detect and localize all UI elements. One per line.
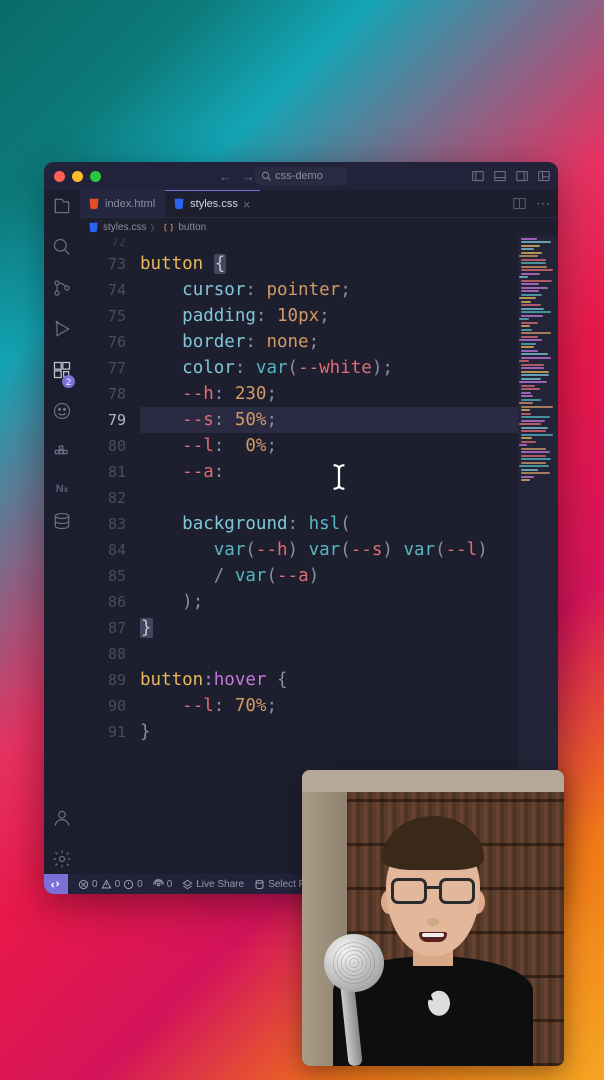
tab-label: styles.css: [190, 198, 238, 210]
tab-styles-css[interactable]: styles.css ×: [165, 190, 260, 217]
problems-button[interactable]: 0 0 0: [78, 879, 143, 890]
webcam-overlay: [302, 770, 564, 1066]
toggle-panel-right-icon[interactable]: [516, 170, 528, 182]
breadcrumb-symbol: button: [178, 222, 206, 233]
layout-controls: [472, 170, 550, 182]
more-actions-button[interactable]: ⋯: [536, 195, 550, 212]
tab-index-html[interactable]: index.html: [80, 190, 165, 217]
remote-button[interactable]: [44, 874, 68, 894]
search-icon: [261, 171, 271, 181]
tab-bar: index.html styles.css × ⋯: [80, 190, 558, 218]
chevron-right-icon: 〉: [150, 221, 159, 234]
search-button[interactable]: [52, 237, 72, 262]
source-control-button[interactable]: [52, 278, 72, 303]
toggle-panel-left-icon[interactable]: [472, 170, 484, 182]
activity-bar: 2 Nx: [44, 190, 80, 874]
customize-layout-icon[interactable]: [538, 170, 550, 182]
symbol-icon: [163, 222, 174, 233]
html-file-icon: [88, 198, 100, 210]
close-tab-button[interactable]: ×: [243, 197, 251, 212]
settings-button[interactable]: [52, 849, 72, 874]
breadcrumb[interactable]: styles.css 〉 button: [80, 218, 558, 236]
command-center[interactable]: css-demo: [255, 167, 347, 185]
breadcrumb-file: styles.css: [103, 222, 146, 233]
extensions-badge: 2: [62, 375, 75, 388]
minimize-window-button[interactable]: [72, 171, 83, 182]
database-button[interactable]: [52, 511, 72, 536]
nx-button[interactable]: Nx: [56, 483, 68, 495]
extensions-button[interactable]: 2: [52, 360, 72, 385]
docker-button[interactable]: [52, 442, 72, 467]
ceiling-background: [302, 770, 564, 792]
close-window-button[interactable]: [54, 171, 65, 182]
explorer-button[interactable]: [52, 196, 72, 221]
line-number-gutter: 7273747576777879808182838485868788899091: [80, 236, 140, 874]
workspace-name: css-demo: [275, 170, 323, 182]
css-file-icon: [173, 198, 185, 210]
copilot-button[interactable]: [52, 401, 72, 426]
nav-arrows: ← →: [219, 169, 255, 184]
microphone: [318, 936, 390, 1066]
window-controls: [54, 171, 101, 182]
debug-button[interactable]: [52, 319, 72, 344]
ports-button[interactable]: 0: [153, 879, 173, 890]
split-editor-icon[interactable]: [513, 197, 526, 210]
account-button[interactable]: [52, 808, 72, 833]
css-file-icon: [88, 222, 99, 233]
live-share-button[interactable]: Live Share: [182, 879, 244, 890]
toggle-panel-bottom-icon[interactable]: [494, 170, 506, 182]
titlebar: ← → css-demo: [44, 162, 558, 190]
nav-back-button[interactable]: ←: [219, 169, 232, 184]
nav-forward-button[interactable]: →: [242, 169, 255, 184]
tab-label: index.html: [105, 198, 155, 210]
maximize-window-button[interactable]: [90, 171, 101, 182]
